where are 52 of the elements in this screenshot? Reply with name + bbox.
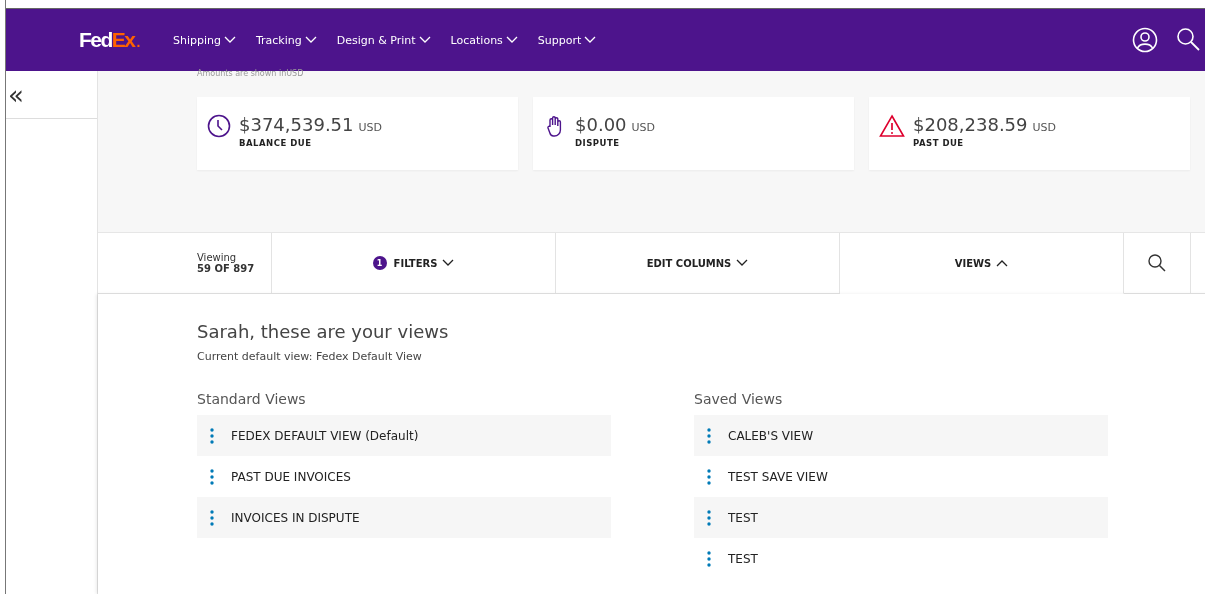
collapse-sidebar-button[interactable]: « xyxy=(6,71,97,119)
chevron-down-icon xyxy=(418,36,431,44)
filter-count-badge: 1 xyxy=(372,256,387,270)
view-name: TEST xyxy=(728,551,758,566)
account-icon[interactable] xyxy=(1132,27,1158,53)
nav-menu-link[interactable]: Shipping xyxy=(172,33,236,47)
amount: $374,539.51 USD xyxy=(239,114,383,135)
nav-menu-link[interactable]: Design & Print xyxy=(336,33,431,47)
amount-label: PAST DUE xyxy=(913,138,965,148)
viewing-label: Viewing xyxy=(197,252,237,263)
chevron-down-icon xyxy=(223,36,236,44)
view-list-item[interactable]: TEST xyxy=(694,497,1108,538)
view-name: INVOICES IN DISPUTE xyxy=(231,510,360,525)
amount-label: DISPUTE xyxy=(575,138,621,148)
chevron-up-icon xyxy=(996,259,1009,267)
kebab-menu-icon xyxy=(210,509,214,526)
chevron-down-icon xyxy=(584,36,597,44)
kebab-menu-icon xyxy=(707,550,711,567)
kebab-menu-icon xyxy=(210,427,214,444)
view-name: TEST xyxy=(728,510,758,525)
chevron-down-icon xyxy=(442,259,455,267)
warning-icon xyxy=(879,114,905,138)
chevron-down-icon xyxy=(304,36,317,44)
kebab-menu-icon xyxy=(707,468,711,485)
search-icon[interactable] xyxy=(1176,27,1200,51)
panel-title: Sarah, these are your views xyxy=(197,321,450,342)
logo[interactable]: FedEx. xyxy=(79,28,139,52)
kebab-menu-icon xyxy=(707,509,711,526)
view-name: PAST DUE INVOICES xyxy=(231,469,351,484)
amount: $0.00 USD xyxy=(575,114,656,135)
view-list-item[interactable]: CALEB'S VIEW xyxy=(694,415,1108,456)
views-group-title: Standard Views xyxy=(197,391,307,407)
nav-menu-link[interactable]: Support xyxy=(537,33,597,47)
kebab-menu-icon xyxy=(707,427,711,444)
search-icon xyxy=(1147,253,1167,273)
view-name: CALEB'S VIEW xyxy=(728,428,813,443)
nav-menu-link[interactable]: Locations xyxy=(450,33,518,47)
nav-menu-link[interactable]: Tracking xyxy=(255,33,317,47)
clock-icon xyxy=(207,114,231,138)
view-list-item[interactable]: INVOICES IN DISPUTE xyxy=(197,497,611,538)
currency-note: Amounts are shown inUSD xyxy=(197,71,305,80)
kebab-menu-icon xyxy=(210,468,214,485)
views-group-title: Saved Views xyxy=(694,391,784,407)
amount-label: BALANCE DUE xyxy=(239,138,313,148)
viewing-count: 59 OF 897 xyxy=(197,263,256,274)
view-name: TEST SAVE VIEW xyxy=(728,469,828,484)
amount: $208,238.59 USD xyxy=(913,114,1057,135)
chevron-down-icon xyxy=(505,36,518,44)
view-name: FEDEX DEFAULT VIEW (Default) xyxy=(231,428,419,443)
view-list-item[interactable]: FEDEX DEFAULT VIEW (Default) xyxy=(197,415,611,456)
default-view-text: Current default view: Fedex Default View xyxy=(197,350,423,363)
chevron-down-icon xyxy=(736,259,749,267)
